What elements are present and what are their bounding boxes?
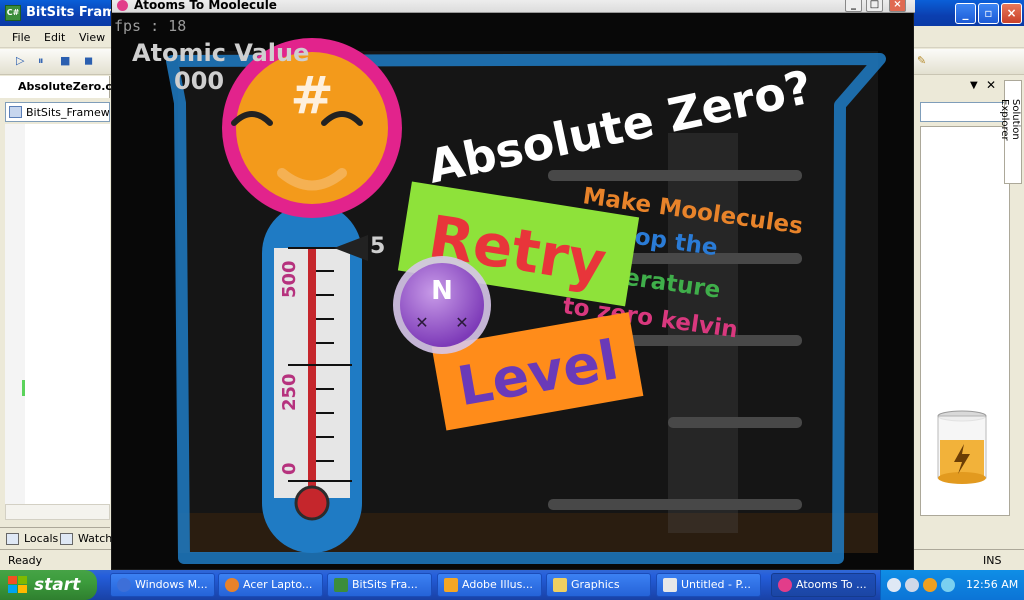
menu-edit[interactable]: Edit — [44, 31, 65, 44]
csharp-app-icon: C# — [5, 5, 21, 21]
mercury-bulb — [294, 485, 330, 521]
task-label: BitSits Fra... — [352, 578, 418, 591]
atom-left-eye: ✕ — [415, 313, 428, 332]
network-icon[interactable] — [941, 578, 955, 592]
game-app-icon — [117, 0, 128, 11]
paint-icon — [663, 578, 677, 592]
folder-icon — [553, 578, 567, 592]
task-label: Windows M... — [135, 578, 208, 591]
class-icon — [9, 106, 22, 118]
tab-watch[interactable]: Watch — [60, 532, 112, 545]
start-label: start — [34, 575, 81, 595]
project-dropdown[interactable]: BitSits_Framewor — [5, 102, 110, 122]
atomic-value: 000 — [174, 67, 224, 95]
watch-icon — [60, 533, 73, 545]
task-label: Acer Lapto... — [243, 578, 313, 591]
tab-watch-label: Watch — [78, 532, 113, 545]
pause-icon[interactable]: ⏸ — [38, 55, 50, 67]
clock: 12:56 AM — [966, 578, 1019, 591]
project-dropdown-value: BitSits_Framewor — [26, 106, 110, 119]
windows-flag-icon — [8, 576, 27, 593]
task-label: Untitled - P... — [681, 578, 751, 591]
firefox-icon — [225, 578, 239, 592]
system-tray: 12:56 AM — [880, 570, 1024, 600]
tab-locals-label: Locals — [24, 532, 59, 545]
locals-icon — [6, 533, 19, 545]
debug-tabs: Locals Watch — [0, 527, 112, 549]
properties-field[interactable] — [920, 102, 1010, 122]
task-firefox[interactable]: Acer Lapto... — [218, 573, 323, 597]
atom-letter: N — [431, 276, 453, 306]
back-arrow-icon[interactable] — [887, 578, 901, 592]
insert-mode-indicator: INS — [983, 554, 1002, 567]
illustrator-icon — [444, 578, 458, 592]
task-atooms[interactable]: Atooms To ... — [771, 573, 876, 597]
game-maximize-button[interactable]: □ — [866, 0, 883, 12]
ide-maximize-button[interactable]: ▫ — [978, 3, 999, 24]
antivirus-icon[interactable] — [923, 578, 937, 592]
toolbox-icon[interactable]: ✎ — [917, 55, 929, 67]
game-canvas[interactable]: fps : 18 Absolute Zero? Make Moolecules … — [112, 13, 913, 569]
task-label: Graphics — [571, 578, 620, 591]
game-title-text: Atooms To Moolecule — [134, 0, 277, 12]
stop-icon[interactable]: ■ — [60, 55, 72, 67]
face-symbol: # — [290, 66, 334, 126]
game-close-button[interactable]: × — [889, 0, 906, 12]
csharp-icon — [334, 578, 348, 592]
tick-label-250: 250 — [279, 373, 300, 411]
menu-view[interactable]: View — [79, 31, 105, 44]
solution-explorer-tab[interactable]: Solution Explorer — [999, 80, 1022, 184]
document-tab[interactable]: AbsoluteZero.cs — [0, 76, 118, 98]
game-window: Atooms To Moolecule _ □ × fps : 18 Absol… — [111, 0, 915, 570]
task-paint[interactable]: Untitled - P... — [656, 573, 761, 597]
pane-close-icon[interactable]: ✕ — [986, 78, 996, 92]
tick-label-0: 0 — [279, 462, 300, 475]
code-editor[interactable] — [5, 124, 110, 504]
nitrogen-atom[interactable]: N ✕ ✕ — [393, 256, 491, 354]
ide-minimize-button[interactable]: _ — [955, 3, 976, 24]
task-windows-media[interactable]: Windows M... — [110, 573, 215, 597]
editor-horizontal-scrollbar[interactable] — [5, 504, 110, 520]
pane-dropdown-arrow-icon[interactable]: ▼ — [970, 80, 978, 91]
taskbar: start Windows M... Acer Lapto... BitSits… — [0, 570, 1024, 600]
atomic-value-label: Atomic Value — [132, 39, 309, 67]
game-icon — [778, 578, 792, 592]
game-minimize-button[interactable]: _ — [845, 0, 862, 12]
game-title-bar: Atooms To Moolecule _ □ × — [112, 0, 915, 13]
start-button[interactable]: start — [0, 570, 97, 600]
task-graphics[interactable]: Graphics — [546, 573, 651, 597]
tab-locals[interactable]: Locals — [6, 532, 58, 545]
step-icon[interactable]: ◼ — [84, 55, 96, 67]
task-illustrator[interactable]: Adobe Illus... — [437, 573, 542, 597]
messenger-icon[interactable] — [905, 578, 919, 592]
task-label: Atooms To ... — [796, 578, 867, 591]
mercury-column — [308, 248, 316, 498]
menu-file[interactable]: File — [12, 31, 30, 44]
start-debug-icon[interactable]: ▷ — [16, 55, 28, 67]
battery-icon — [937, 410, 987, 484]
status-text: Ready — [8, 554, 43, 567]
task-bitsits[interactable]: BitSits Fra... — [327, 573, 432, 597]
ide-title-text: BitSits Frame — [26, 5, 125, 20]
tick-label-500: 500 — [279, 260, 300, 298]
ide-close-button[interactable]: × — [1001, 3, 1022, 24]
pointer-value: 5 — [370, 234, 385, 259]
change-marker — [22, 380, 25, 396]
task-label: Adobe Illus... — [462, 578, 533, 591]
media-player-icon — [117, 578, 131, 592]
fps-counter: fps : 18 — [114, 17, 186, 35]
atom-right-eye: ✕ — [455, 313, 468, 332]
